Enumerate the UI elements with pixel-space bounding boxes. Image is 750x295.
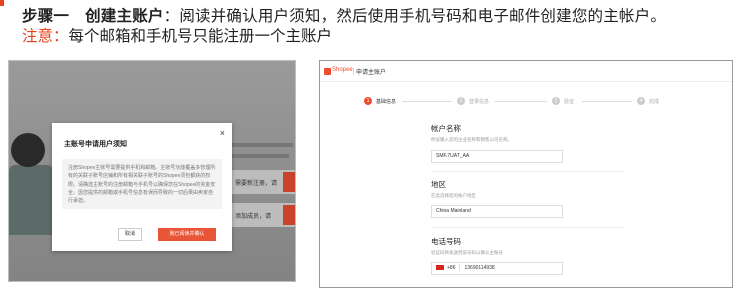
step-description: ：阅读并确认用户须知，然后使用手机号码和电子邮件创建您的主帐户。 xyxy=(163,8,667,25)
divider xyxy=(459,264,461,272)
close-icon[interactable]: × xyxy=(220,129,225,138)
step-1-label: 基础信息 xyxy=(376,99,397,105)
illustration-body xyxy=(9,165,53,235)
step-4-dot: 4 xyxy=(637,97,645,105)
tutorial-page: 步骤一 创建主账户：阅读并确认用户须知，然后使用手机号码和电子邮件创建您的主帐户。… xyxy=(0,0,750,295)
step-2-dot: 2 xyxy=(457,97,465,105)
background-card-button xyxy=(283,172,295,192)
step-label: 步骤一 xyxy=(22,8,70,25)
background-card-text: 需要新注册，请 xyxy=(235,181,278,187)
background-card-text: 添加成员，请 xyxy=(235,214,272,220)
china-flag-icon xyxy=(436,265,444,271)
note-line: 注意：每个邮箱和手机号只能注册一个主账户 xyxy=(22,24,332,46)
progress-stepper: 1 基础信息 2 登录信息 3 验证 4 完成 xyxy=(320,95,732,109)
background-text-line xyxy=(231,154,289,158)
step-connector xyxy=(402,101,452,102)
account-name-hint: 你该输入您的企业名称和销售公司名称。 xyxy=(431,137,512,142)
note-label: 注意： xyxy=(22,28,69,45)
confirm-button[interactable]: 我已阅读并确认 xyxy=(158,228,216,241)
phone-title: 电话号码 xyxy=(431,237,461,246)
account-name-title: 帐户名称 xyxy=(431,124,461,133)
accent-bar xyxy=(0,0,4,6)
step-3-dot: 3 xyxy=(552,97,560,105)
account-name-input[interactable]: SMF.7UAT_AA xyxy=(431,150,563,163)
notice-modal: 主账号申请用户须知 × 注册Shopee主账号需要提供手机和邮箱。主账号功能覆盖… xyxy=(52,123,232,251)
region-select[interactable]: China Mainland xyxy=(431,205,563,218)
modal-title: 主账号申请用户须知 xyxy=(64,141,127,148)
shopee-bag-icon xyxy=(324,68,331,75)
step-connector xyxy=(495,101,547,102)
note-text: 每个邮箱和手机号只能注册一个主账户 xyxy=(68,28,333,45)
section-divider xyxy=(431,171,623,172)
background-card: 添加成员，请 xyxy=(231,203,295,227)
phone-number-value: 13690114938 xyxy=(464,265,495,271)
step-connector xyxy=(582,101,632,102)
form-screenshot: Shopee 申请主账户 1 基础信息 2 登录信息 3 验证 4 完成 帐户名… xyxy=(319,60,733,288)
illustration-head xyxy=(11,133,45,167)
step-title: 创建主账户 xyxy=(85,8,164,25)
modal-screenshot: 需要新注册，请 添加成员，请 主账号申请用户须知 × 注册Shopee主账号需要… xyxy=(8,60,296,282)
cancel-button[interactable]: 取消 xyxy=(118,228,142,241)
step-1-dot: 1 xyxy=(364,97,372,105)
modal-body-text: 注册Shopee主账号需要提供手机和邮箱。主账号功能覆盖多管理所有的关联子账号店… xyxy=(62,159,222,209)
section-divider xyxy=(431,227,623,228)
step-2-label: 登录信息 xyxy=(469,99,490,105)
region-title: 地区 xyxy=(431,180,446,189)
background-card: 需要新注册，请 xyxy=(231,170,295,194)
app-title: 申请主账户 xyxy=(356,70,387,76)
region-hint: 在此选择您的帐户地区 xyxy=(431,193,476,198)
divider xyxy=(353,68,354,75)
app-topbar: Shopee 申请主账户 xyxy=(320,61,732,82)
brand-logo[interactable]: Shopee xyxy=(332,67,353,73)
step-3-label: 验证 xyxy=(564,99,575,105)
phone-hint: 验证码将发送到该号码以确认主账号 xyxy=(431,250,503,255)
country-code[interactable]: +86 xyxy=(447,263,455,274)
step-heading: 步骤一 创建主账户：阅读并确认用户须知，然后使用手机号码和电子邮件创建您的主帐户。 xyxy=(22,4,666,26)
step-4-label: 完成 xyxy=(649,99,660,105)
background-card-button xyxy=(283,205,295,225)
phone-input[interactable]: +86 13690114938 xyxy=(431,262,563,275)
background-text-line xyxy=(231,143,293,147)
